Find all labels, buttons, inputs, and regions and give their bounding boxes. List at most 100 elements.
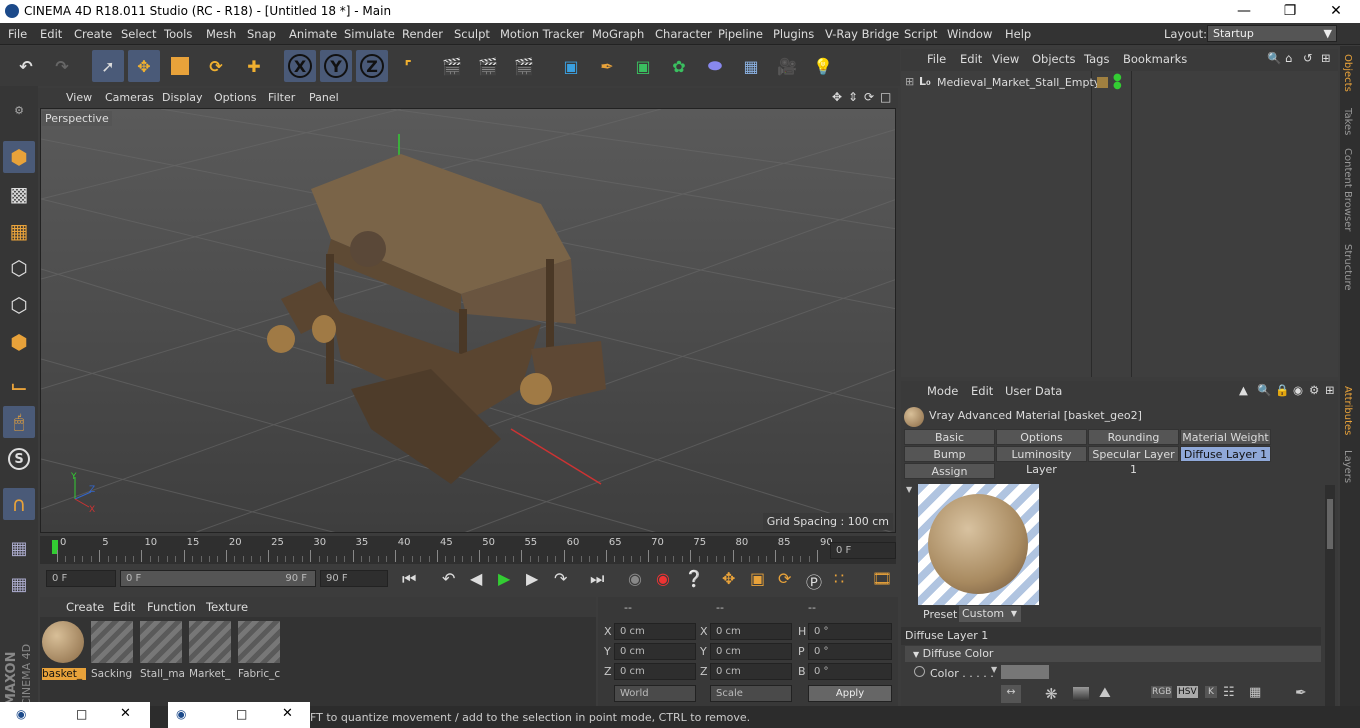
attr-menu-user-data[interactable]: User Data <box>1005 384 1062 398</box>
obj-menu-tags[interactable]: Tags <box>1084 52 1109 66</box>
menu-pipeline[interactable]: Pipeline <box>718 27 763 41</box>
timeline-window-icon[interactable]: 🎞 <box>872 569 892 588</box>
obj-menu-file[interactable]: File <box>927 52 946 66</box>
tab-layers-vertical[interactable]: Layers <box>1342 450 1353 483</box>
material-swatch[interactable]: Fabric_c <box>238 621 282 683</box>
mat-menu-texture[interactable]: Texture <box>206 600 248 614</box>
render-view-icon[interactable]: 🎬 <box>436 50 468 82</box>
maximize-icon[interactable]: ❐ <box>1267 0 1313 23</box>
tab-content-browser-vertical[interactable]: Content Browser <box>1342 148 1353 231</box>
mixer-icon[interactable]: ☷ <box>1223 685 1235 700</box>
hsv-mode-button[interactable]: HSV <box>1177 686 1198 698</box>
animate-radio[interactable] <box>914 666 925 677</box>
menu-vray-bridge[interactable]: V-Ray Bridge <box>825 27 899 41</box>
play-icon[interactable]: ▶ <box>498 569 510 588</box>
model-mode-icon[interactable]: ⬢ <box>3 141 35 173</box>
snap-magnet-icon[interactable]: ∩ <box>3 488 35 520</box>
mat-menu-function[interactable]: Function <box>147 600 196 614</box>
recent-tool-icon[interactable]: ✚ <box>238 50 270 82</box>
cloner-icon[interactable]: ✿ <box>663 50 695 82</box>
viewport-menu-filter[interactable]: Filter <box>268 91 295 104</box>
undo-icon[interactable]: ↶ <box>10 50 42 82</box>
next-frame-icon[interactable]: ▶ <box>526 569 538 588</box>
obj-menu-view[interactable]: View <box>992 52 1019 66</box>
viewport-menu-cameras[interactable]: Cameras <box>105 91 154 104</box>
spectrum-icon[interactable] <box>1073 687 1089 701</box>
rotation-b-field[interactable]: 0 ° <box>808 663 892 680</box>
key-parameter-icon[interactable]: Ⓟ <box>806 569 822 593</box>
home-icon[interactable]: ⌂ <box>1285 51 1292 65</box>
subdivision-surface-icon[interactable]: ▣ <box>627 50 659 82</box>
viewport-menu-panel[interactable]: Panel <box>309 91 339 104</box>
image-picker-icon[interactable]: ⛰ <box>1099 685 1111 701</box>
go-to-end-icon[interactable]: ⏭ <box>590 569 604 589</box>
y-axis-lock-icon[interactable]: Y <box>320 50 352 82</box>
search-icon[interactable]: 🔍 <box>1257 383 1271 397</box>
workplane-lock-icon[interactable]: ▦ <box>3 532 35 564</box>
subsection-diffuse-color[interactable]: ▼ Diffuse Color <box>905 646 1321 662</box>
close-icon[interactable]: ✕ <box>120 706 131 721</box>
prev-key-icon[interactable]: ↶ <box>442 569 455 588</box>
visibility-dots-icon[interactable]: ● ● <box>1113 73 1122 91</box>
menu-create[interactable]: Create <box>74 27 112 41</box>
key-position-icon[interactable]: ✥ <box>722 569 735 588</box>
redo-icon[interactable]: ↷ <box>46 50 78 82</box>
tab-rounding[interactable]: Rounding <box>1088 429 1179 445</box>
menu-select[interactable]: Select <box>121 27 156 41</box>
close-icon[interactable]: ✕ <box>282 706 293 721</box>
make-editable-icon[interactable]: ⚙ <box>3 94 35 126</box>
quantize-icon[interactable]: ▦ <box>3 568 35 600</box>
timeline-ruler[interactable]: 0 5 10 15 20 25 30 35 40 45 50 55 60 65 70 75 80 85 90 0 F <box>40 536 896 564</box>
object-name[interactable]: Medieval_Market_Stall_Empty <box>937 76 1100 89</box>
attributes-scrollbar[interactable] <box>1325 485 1335 710</box>
attr-menu-edit[interactable]: Edit <box>971 384 993 398</box>
key-pla-icon[interactable]: ∷ <box>834 569 844 588</box>
attr-menu-mode[interactable]: Mode <box>927 384 958 398</box>
color-expand-icon[interactable]: ▼ <box>991 665 997 674</box>
kelvin-mode-button[interactable]: K <box>1205 686 1217 698</box>
floor-icon[interactable]: ▦ <box>735 50 767 82</box>
collapse-icon[interactable]: ▼ <box>906 485 912 494</box>
tab-objects-vertical[interactable]: Objects <box>1342 54 1353 92</box>
viewport-zoom-icon[interactable]: ⇕ <box>848 90 858 104</box>
up-arrow-icon[interactable]: ▲ <box>1239 383 1248 397</box>
pen-spline-icon[interactable]: ✒ <box>591 50 623 82</box>
apply-button[interactable]: Apply <box>808 685 892 702</box>
restore-icon[interactable]: □ <box>236 707 247 721</box>
frame-range-slider[interactable]: 0 F 90 F <box>120 570 316 587</box>
rotation-p-field[interactable]: 0 ° <box>808 643 892 660</box>
cube-object-icon[interactable]: ▣ <box>555 50 587 82</box>
settings-icon[interactable]: ⚙ <box>1309 383 1319 397</box>
scale-tool-icon[interactable] <box>164 50 196 82</box>
tab-material-weight[interactable]: Material Weight <box>1180 429 1271 445</box>
viewport-menu-options[interactable]: Options <box>214 91 256 104</box>
viewport-pan-icon[interactable]: ✥ <box>832 90 842 104</box>
tab-assign[interactable]: Assign <box>904 463 995 479</box>
live-selection-icon[interactable]: ➚ <box>92 50 124 82</box>
menu-render[interactable]: Render <box>402 27 443 41</box>
material-preview[interactable] <box>918 484 1039 605</box>
render-settings-icon[interactable]: 🎬 <box>508 50 540 82</box>
color-wheel-icon[interactable]: ❋ <box>1045 685 1058 703</box>
key-rotation-icon[interactable]: ⟳ <box>778 569 791 588</box>
nav-icon[interactable]: ↺ <box>1303 51 1313 65</box>
lock-icon[interactable]: 🔒 <box>1275 383 1289 397</box>
position-z-field[interactable]: 0 cm <box>614 663 696 680</box>
menu-animate[interactable]: Animate <box>289 27 337 41</box>
size-x-field[interactable]: 0 cm <box>710 623 792 640</box>
tab-specular-layer-1[interactable]: Specular Layer 1 <box>1088 446 1179 476</box>
menu-snap[interactable]: Snap <box>247 27 276 41</box>
tab-takes-vertical[interactable]: Takes <box>1342 108 1353 135</box>
menu-motion-tracker[interactable]: Motion Tracker <box>500 27 584 41</box>
restore-icon[interactable]: □ <box>76 707 87 721</box>
workplane-icon[interactable]: ▦ <box>3 215 35 247</box>
size-z-field[interactable]: 0 cm <box>710 663 792 680</box>
deformer-icon[interactable]: ⬬ <box>699 50 731 82</box>
rotation-h-field[interactable]: 0 ° <box>808 623 892 640</box>
viewport-menu-view[interactable]: View <box>66 91 92 104</box>
eyedropper-mode-icon[interactable]: ↔ <box>1001 685 1021 703</box>
material-swatch[interactable]: basket_ <box>42 621 86 683</box>
start-frame-field[interactable]: 0 F <box>46 570 116 587</box>
move-tool-icon[interactable]: ✥ <box>128 50 160 82</box>
go-to-start-icon[interactable]: ⏮ <box>402 569 416 589</box>
